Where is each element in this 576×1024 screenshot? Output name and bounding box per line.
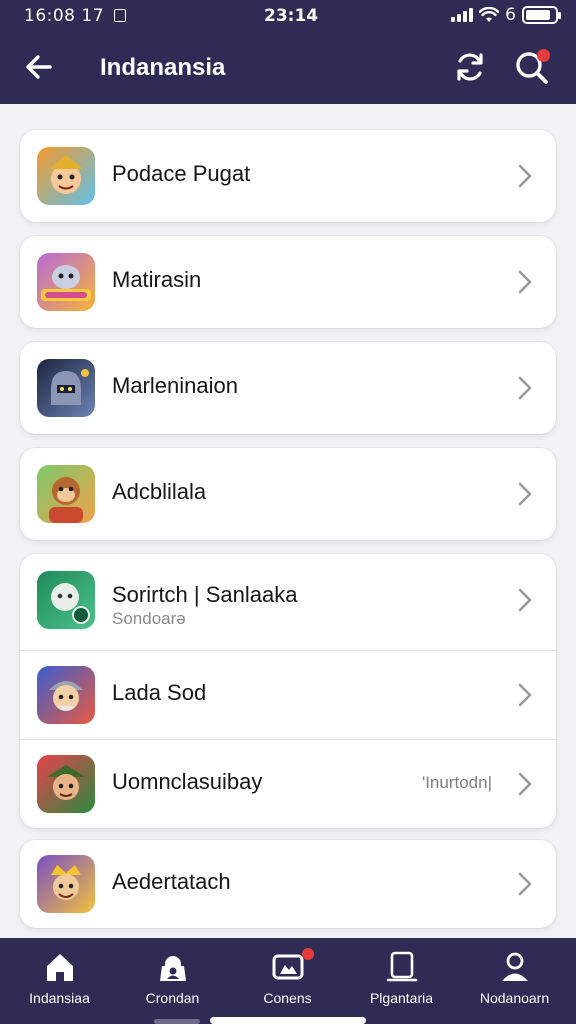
item-name: Uomnclasuibay: [112, 769, 263, 794]
signal-icon: [451, 8, 474, 22]
status-left-text: 16:08 17: [24, 6, 126, 26]
chevron-right-icon: [518, 872, 532, 896]
nav-label: Conens: [263, 990, 312, 1006]
lock-user-icon: [160, 956, 186, 981]
ranger-hero-icon: [37, 755, 95, 813]
item-name: Aedertatach: [112, 869, 231, 894]
bottom-nav: Indansiaa Crondan Conens Plgantaria Noda…: [0, 938, 576, 1024]
battery-icon: [522, 6, 561, 24]
nav-label: Nodanoarn: [479, 990, 550, 1006]
home-indicator: [210, 1017, 366, 1024]
nav-item-conens[interactable]: Conens: [230, 938, 345, 1024]
item-name: Sorirtch | Sanlaaka: [112, 582, 298, 607]
sim-icon: [113, 9, 126, 22]
item-name: Marleninaion: [112, 373, 238, 398]
chevron-right-icon: [518, 270, 532, 294]
item-name: Podace Pugat: [112, 161, 251, 186]
notification-badge: [537, 49, 550, 62]
list-item[interactable]: Marleninaion: [20, 342, 556, 434]
home-indicator-segment: [154, 1019, 200, 1024]
search-button[interactable]: [512, 47, 552, 87]
item-subtitle: Sondoarə: [112, 609, 186, 628]
app-bar: Indanansia: [0, 34, 576, 104]
chevron-right-icon: [518, 772, 532, 796]
list-item[interactable]: Uomnclasuibay 'Inurtodn|: [20, 740, 556, 828]
monkey-character-icon: [37, 465, 95, 523]
list-item[interactable]: Sorirtch | Sanlaaka Sondoarə: [20, 554, 556, 650]
page-title: Indanansia: [100, 54, 226, 81]
tablet-icon: [386, 951, 418, 982]
status-time: 23:14: [264, 6, 319, 26]
armored-knight-icon: [37, 359, 95, 417]
list-item[interactable]: Aedertatach: [20, 840, 556, 928]
creature-gumdrops-icon: [37, 253, 95, 311]
status-bar: 16:08 17 23:14 6: [0, 0, 576, 34]
notification-badge: [302, 948, 314, 960]
chevron-right-icon: [518, 683, 532, 707]
list-item[interactable]: Lada Sod: [20, 651, 556, 739]
item-meta: 'Inurtodn|: [421, 773, 492, 792]
list-item[interactable]: Adcblilala: [20, 448, 556, 540]
chevron-right-icon: [518, 482, 532, 506]
profile-icon: [502, 952, 528, 981]
nav-item-crondan[interactable]: Crondan: [115, 938, 230, 1024]
nav-label: Plgantaria: [369, 990, 434, 1006]
nav-label: Crondan: [145, 990, 200, 1006]
nav-item-profile[interactable]: Nodanoarn: [457, 938, 572, 1024]
wifi-icon: [479, 7, 500, 22]
grouped-list: Sorirtch | Sanlaaka Sondoarə Lada Sod Uo…: [20, 554, 556, 828]
chevron-right-icon: [518, 588, 532, 612]
chevron-right-icon: [518, 376, 532, 400]
golden-king-icon: [37, 855, 95, 913]
warrior-character-icon: [37, 147, 95, 205]
list-item[interactable]: Podace Pugat: [20, 130, 556, 222]
viking-hero-icon: [37, 666, 95, 724]
status-right: 6: [451, 5, 561, 25]
home-icon: [47, 954, 73, 981]
item-name: Lada Sod: [112, 680, 207, 705]
battery-percent: 6: [505, 5, 516, 25]
item-name: Matirasin: [112, 267, 202, 292]
nav-label: Indansiaa: [29, 990, 90, 1006]
refresh-icon[interactable]: [452, 49, 488, 85]
nav-item-home[interactable]: Indansiaa: [2, 938, 117, 1024]
chevron-right-icon: [518, 164, 532, 188]
back-arrow-icon[interactable]: [22, 50, 56, 84]
item-name: Adcblilala: [112, 479, 207, 504]
list-item[interactable]: Matirasin: [20, 236, 556, 328]
green-ghost-icon: [37, 571, 95, 629]
nav-item-plgantaria[interactable]: Plgantaria: [344, 938, 459, 1024]
chat-game-icon: [272, 954, 304, 980]
